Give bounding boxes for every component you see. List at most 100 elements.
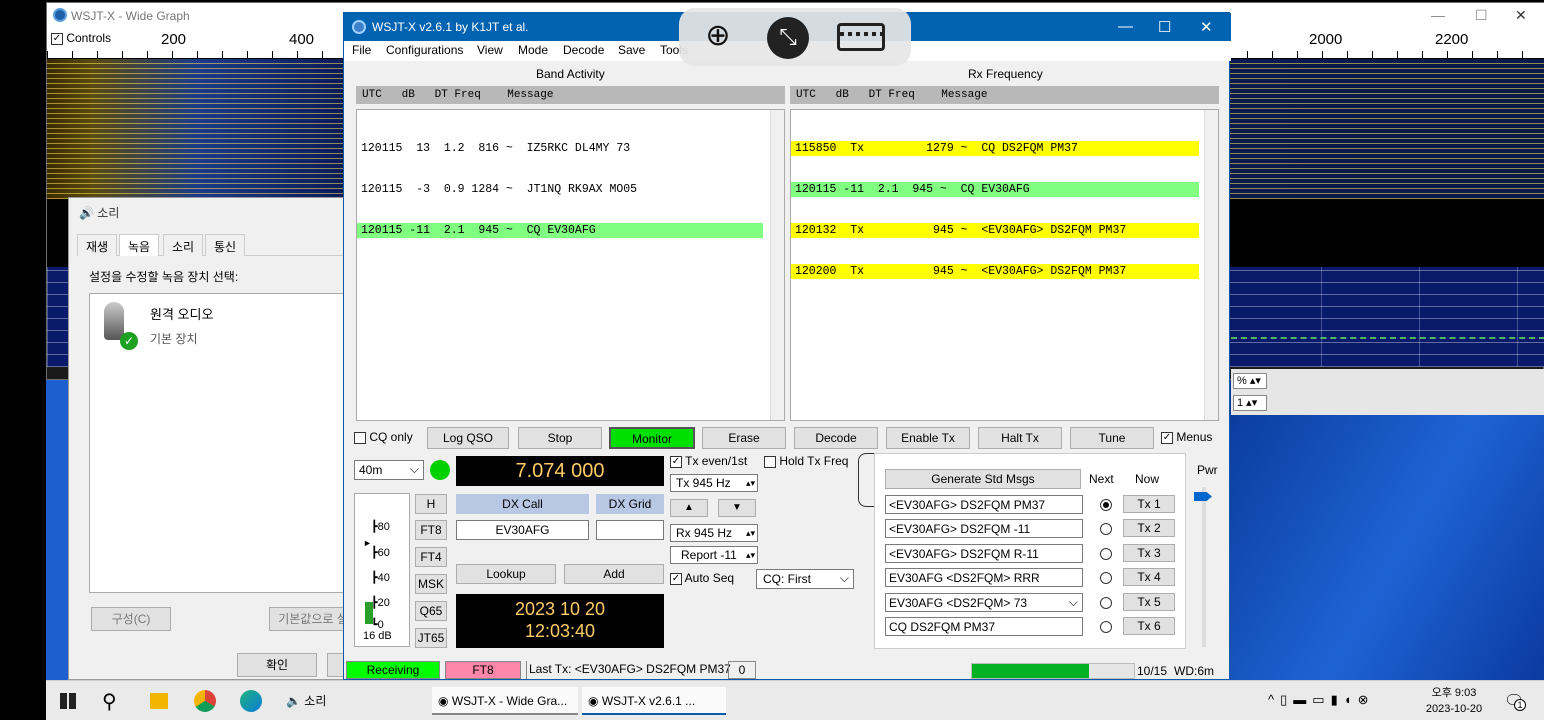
- menu-mode[interactable]: Mode: [518, 43, 548, 57]
- erase-button[interactable]: Erase: [702, 427, 786, 449]
- close-icon[interactable]: ✕: [1515, 7, 1527, 24]
- tx6-now-button[interactable]: Tx 6: [1123, 617, 1175, 635]
- hold-h-button[interactable]: H: [415, 494, 447, 514]
- menu-save[interactable]: Save: [618, 43, 645, 57]
- lookup-button[interactable]: Lookup: [456, 564, 556, 584]
- chrome-icon[interactable]: [194, 690, 216, 712]
- configure-button[interactable]: 구성(C): [91, 607, 171, 631]
- tx3-message-input[interactable]: <EV30AFG> DS2FQM R-11: [885, 544, 1083, 563]
- tab-playback[interactable]: 재생: [77, 234, 118, 256]
- tx4-message-input[interactable]: EV30AFG <DS2FQM> RRR: [885, 568, 1083, 587]
- tx4-next-radio[interactable]: [1100, 572, 1112, 584]
- message-row[interactable]: 115850 Tx 1279 ~ CQ DS2FQM PM37: [791, 141, 1199, 156]
- file-explorer-icon[interactable]: [150, 693, 168, 709]
- tx5-next-radio[interactable]: [1100, 597, 1112, 609]
- cq-only-checkbox[interactable]: CQ only: [354, 430, 413, 444]
- controls-checkbox[interactable]: ✓ Controls: [51, 31, 111, 45]
- tx2-now-button[interactable]: Tx 2: [1123, 519, 1175, 537]
- tx-even-checkbox[interactable]: ✓ Tx even/1st: [670, 454, 747, 468]
- taskbar-item-wide-graph[interactable]: ◉ WSJT-X - Wide Gra...: [432, 687, 578, 715]
- dx-grid-input[interactable]: [596, 520, 664, 540]
- menu-decode[interactable]: Decode: [563, 43, 604, 57]
- zoom-in-icon[interactable]: ⊕: [699, 18, 737, 56]
- scrollbar[interactable]: [1204, 110, 1218, 420]
- message-row[interactable]: 120115 -11 2.1 945 ~ CQ EV30AFG: [791, 182, 1199, 197]
- dx-call-input[interactable]: EV30AFG: [456, 520, 589, 540]
- ok-button[interactable]: 확인: [237, 653, 317, 677]
- menus-checkbox[interactable]: ✓ Menus: [1161, 430, 1212, 444]
- tx1-message-input[interactable]: <EV30AFG> DS2FQM PM37: [885, 495, 1083, 514]
- maximize-icon[interactable]: ☐: [1158, 18, 1171, 36]
- search-icon[interactable]: ⚲: [102, 689, 117, 714]
- tab-recording[interactable]: 녹음: [119, 234, 160, 256]
- down-arrow-button[interactable]: ▼: [718, 499, 756, 517]
- tx5-message-select[interactable]: EV30AFG <DS2FQM> 73 ⌵: [885, 593, 1083, 612]
- clock[interactable]: 오후 9:03 2023-10-20: [1424, 685, 1484, 717]
- tx-freq-spinbox[interactable]: Tx 945 Hz ▴▾: [670, 474, 758, 492]
- tx3-next-radio[interactable]: [1100, 548, 1112, 560]
- message-row[interactable]: 120115 -3 0.9 1284 ~ JT1NQ RK9AX MO05: [357, 182, 763, 197]
- halt-tx-button[interactable]: Halt Tx: [978, 427, 1062, 449]
- close-icon[interactable]: ✕: [1200, 18, 1213, 36]
- monitor-button[interactable]: Monitor: [609, 427, 695, 449]
- band-activity-list[interactable]: 120115 13 1.2 816 ~ IZ5RKC DL4MY 73 1201…: [356, 109, 785, 421]
- enable-tx-button[interactable]: Enable Tx: [886, 427, 970, 449]
- menu-view[interactable]: View: [477, 43, 503, 57]
- message-row[interactable]: 120132 Tx 945 ~ <EV30AFG> DS2FQM PM37: [791, 223, 1199, 238]
- rx-freq-spinbox[interactable]: Rx 945 Hz ▴▾: [670, 524, 758, 542]
- bins-spinbox[interactable]: 1 ▴▾: [1233, 395, 1267, 411]
- generate-std-msgs-button[interactable]: Generate Std Msgs: [885, 469, 1081, 489]
- cq-first-select[interactable]: CQ: First ⌵: [756, 569, 854, 589]
- menu-file[interactable]: File: [352, 43, 371, 57]
- tx2-next-radio[interactable]: [1100, 523, 1112, 535]
- up-arrow-button[interactable]: ▲: [670, 499, 708, 517]
- mode-ft4-button[interactable]: FT4: [415, 547, 447, 567]
- rx-frequency-list[interactable]: 115850 Tx 1279 ~ CQ DS2FQM PM37 120115 -…: [790, 109, 1219, 421]
- tx1-now-button[interactable]: Tx 1: [1123, 495, 1175, 513]
- minimize-icon[interactable]: —: [1118, 18, 1133, 35]
- menu-configurations[interactable]: Configurations: [386, 43, 463, 57]
- log-qso-button[interactable]: Log QSO: [427, 427, 509, 449]
- taskbar-item-sound[interactable]: 🔈 소리: [286, 687, 326, 715]
- cat-status-indicator[interactable]: [430, 460, 450, 480]
- device-name[interactable]: 원격 오디오: [150, 304, 213, 323]
- mode-msk-button[interactable]: MSK: [415, 574, 447, 594]
- message-row[interactable]: 120200 Tx 945 ~ <EV30AFG> DS2FQM PM37: [791, 264, 1199, 279]
- auto-seq-checkbox[interactable]: ✓ Auto Seq: [670, 571, 734, 585]
- tune-button[interactable]: Tune: [1070, 427, 1154, 449]
- tx3-now-button[interactable]: Tx 3: [1123, 544, 1175, 562]
- power-slider[interactable]: [1194, 487, 1212, 647]
- tab-sounds[interactable]: 소리: [163, 234, 204, 256]
- message-row[interactable]: 120115 13 1.2 816 ~ IZ5RKC DL4MY 73: [357, 141, 763, 156]
- tx5-now-button[interactable]: Tx 5: [1123, 593, 1175, 611]
- report-spinbox[interactable]: Report -11 ▴▾: [670, 546, 758, 564]
- tab-toggle[interactable]: [858, 453, 874, 507]
- tx6-next-radio[interactable]: [1100, 621, 1112, 633]
- message-row[interactable]: 120115 -11 2.1 945 ~ CQ EV30AFG: [357, 223, 763, 238]
- tx6-message-input[interactable]: CQ DS2FQM PM37: [885, 617, 1083, 636]
- maximize-icon[interactable]: ☐: [1475, 7, 1488, 24]
- keyboard-icon[interactable]: [837, 23, 885, 51]
- mode-q65-button[interactable]: Q65: [415, 601, 447, 621]
- notification-icon[interactable]: 🗨1: [1504, 691, 1526, 711]
- tx1-next-radio[interactable]: [1100, 499, 1112, 511]
- add-button[interactable]: Add: [564, 564, 664, 584]
- tx4-now-button[interactable]: Tx 4: [1123, 568, 1175, 586]
- remote-connect-icon[interactable]: ⤡: [767, 17, 809, 59]
- tab-communications[interactable]: 통신: [205, 234, 246, 256]
- slider-handle[interactable]: [1194, 492, 1212, 501]
- device-list[interactable]: ✓ 원격 오디오 기본 장치: [89, 293, 351, 593]
- tx2-message-input[interactable]: <EV30AFG> DS2FQM -11: [885, 519, 1083, 538]
- scrollbar[interactable]: [770, 110, 784, 420]
- edge-icon[interactable]: [240, 690, 262, 712]
- band-select[interactable]: 40m ⌵: [354, 460, 424, 480]
- hold-tx-freq-checkbox[interactable]: Hold Tx Freq: [764, 454, 848, 468]
- taskbar-item-wsjtx[interactable]: ◉ WSJT-X v2.6.1 ...: [582, 687, 726, 715]
- mode-jt65-button[interactable]: JT65: [415, 628, 447, 648]
- mode-ft8-button[interactable]: FT8: [415, 520, 447, 540]
- windows-start-icon[interactable]: [60, 693, 76, 709]
- stop-button[interactable]: Stop: [518, 427, 602, 449]
- percent-spinbox[interactable]: % ▴▾: [1233, 373, 1267, 389]
- system-tray[interactable]: ^▯▬▭▮◖⊗: [1268, 692, 1374, 708]
- decode-button[interactable]: Decode: [794, 427, 878, 449]
